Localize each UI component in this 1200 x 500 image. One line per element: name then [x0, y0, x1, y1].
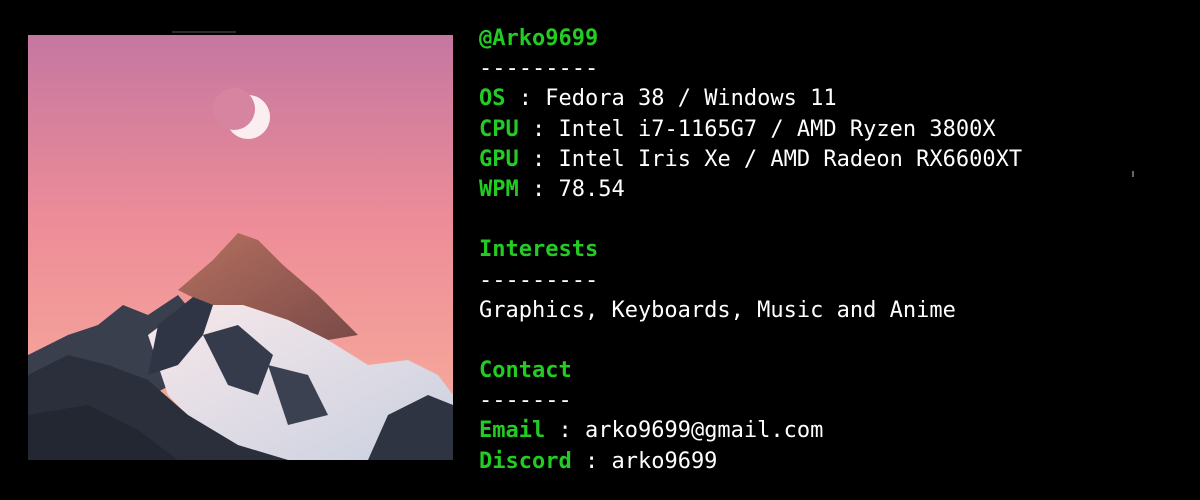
contact-discord-value: arko9699 — [611, 448, 718, 474]
spec-key: CPU — [479, 116, 519, 142]
interests-heading: Interests — [479, 237, 599, 263]
profile-info: @Arko9699 --------- OS : Fedora 38 / Win… — [479, 24, 1179, 477]
spec-row-os: OS : Fedora 38 / Windows 11 — [479, 84, 1179, 114]
handle-rule: --------- — [479, 56, 599, 82]
spec-value: Intel Iris Xe / AMD Radeon RX6600XT — [558, 146, 1023, 172]
contact-key: Email — [479, 418, 546, 444]
contact-row-discord: Discord : arko9699 — [479, 447, 1179, 477]
top-divider — [172, 31, 236, 33]
spec-sep: : — [518, 116, 559, 142]
interests-text: Graphics, Keyboards, Music and Anime — [479, 297, 956, 323]
contact-rule: ------- — [479, 388, 572, 414]
interests-rule: --------- — [479, 267, 599, 293]
mountain-photo — [28, 35, 453, 460]
profile-handle: @Arko9699 — [479, 26, 599, 51]
spec-value: Intel i7-1165G7 / AMD Ryzen 3800X — [558, 116, 996, 142]
contact-email-value[interactable]: arko9699@gmail.com — [585, 418, 823, 443]
cursor-mark — [1132, 171, 1134, 177]
spec-row-cpu: CPU : Intel i7-1165G7 / AMD Ryzen 3800X — [479, 115, 1179, 145]
spec-key: OS — [479, 86, 506, 112]
spec-key: GPU — [479, 146, 519, 172]
contact-row-email: Email : arko9699@gmail.com — [479, 416, 1179, 446]
spec-sep: : — [518, 146, 559, 172]
spec-sep: : — [505, 86, 546, 112]
spec-value: 78.54 — [558, 176, 625, 202]
spec-key: WPM — [479, 176, 519, 202]
spec-sep: : — [518, 176, 559, 202]
spec-row-wpm: WPM : 78.54 — [479, 175, 1179, 205]
contact-sep: : — [571, 448, 612, 474]
spec-value: Fedora 38 / Windows 11 — [545, 86, 837, 112]
spec-row-gpu: GPU : Intel Iris Xe / AMD Radeon RX6600X… — [479, 145, 1179, 175]
contact-key: Discord — [479, 448, 572, 474]
contact-heading: Contact — [479, 358, 572, 384]
contact-sep: : — [545, 418, 585, 444]
